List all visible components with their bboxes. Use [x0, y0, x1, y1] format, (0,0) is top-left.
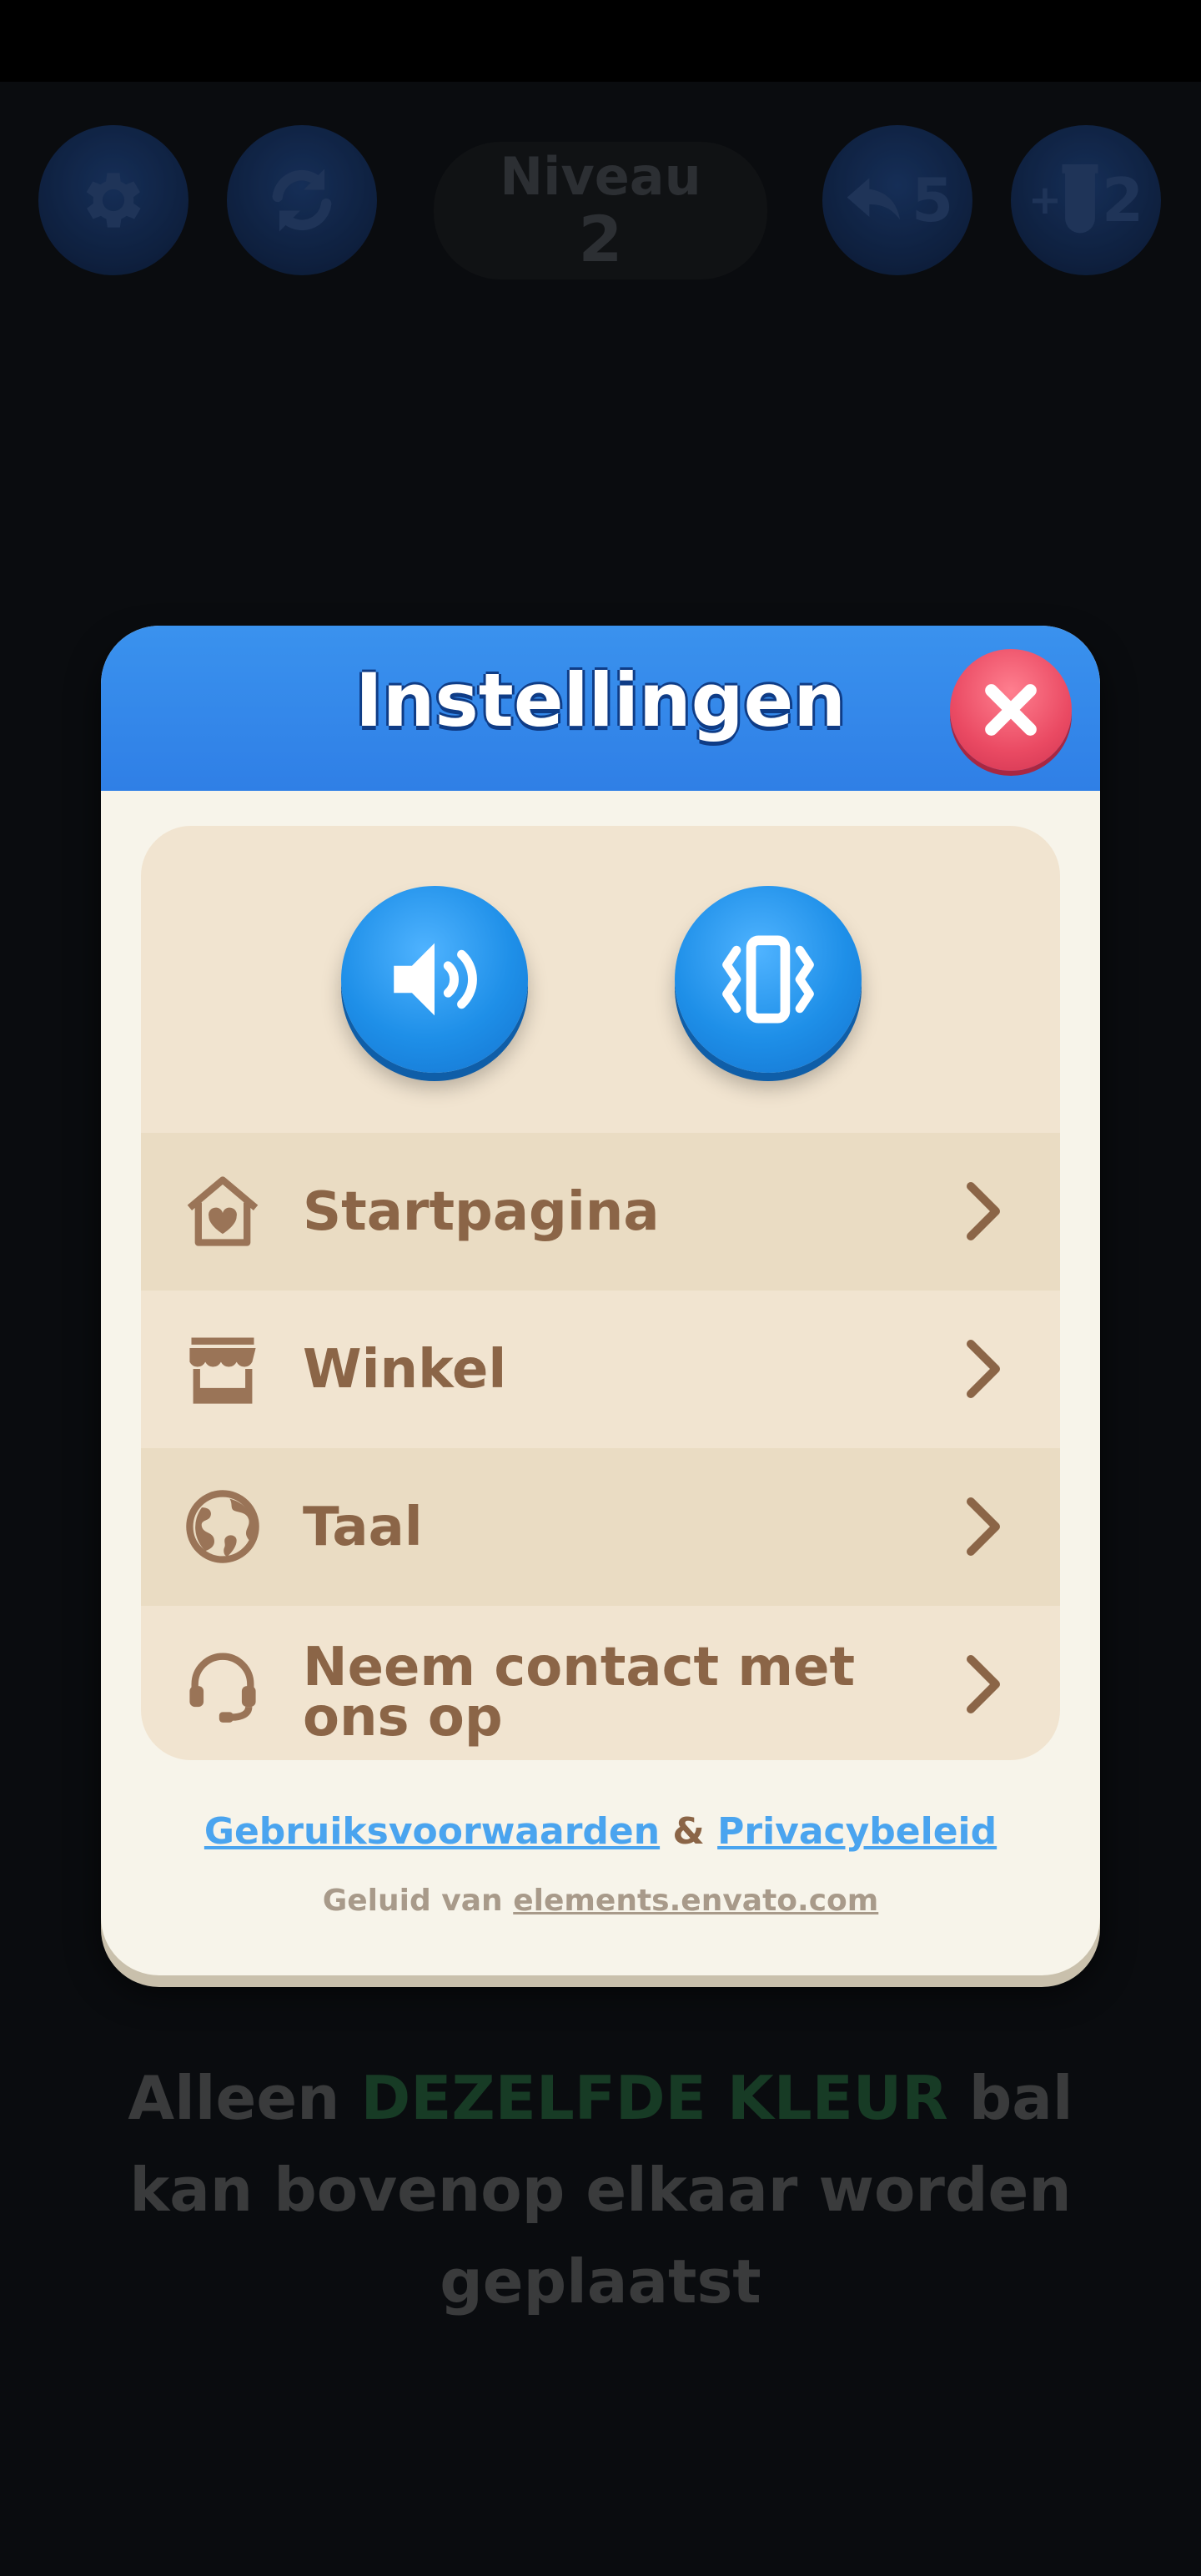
hint-highlight: DEZELFDE KLEUR	[360, 2063, 948, 2133]
vibration-icon	[722, 935, 814, 1024]
shop-icon	[189, 1337, 256, 1404]
chevron-right-icon	[967, 1655, 1000, 1713]
hint-line2: kan bovenop elkaar worden	[129, 2155, 1072, 2225]
terms-link[interactable]: Gebruiksvoorwaarden	[204, 1810, 660, 1853]
chevron-right-icon	[967, 1497, 1000, 1556]
hint-line3: geplaatst	[440, 2246, 761, 2317]
globe-icon	[186, 1490, 259, 1563]
menu-item-label: Winkel	[303, 1338, 507, 1401]
sound-credit: Geluid van elements.envato.com	[101, 1884, 1100, 1918]
close-icon	[985, 684, 1037, 736]
menu-item-contact[interactable]: Neem contact met ons op	[141, 1606, 1060, 1760]
privacy-link[interactable]: Privacybeleid	[717, 1810, 997, 1853]
ampersand: &	[672, 1810, 705, 1853]
menu-item-home[interactable]: Startpagina	[141, 1133, 1060, 1291]
hint-part1: Alleen	[128, 2063, 340, 2133]
settings-panel: Startpagina Winkel Taal Neem contact met…	[141, 826, 1060, 1760]
hint-line1: Alleen DEZELFDE KLEUR bal	[83, 2052, 1118, 2144]
chevron-right-icon	[967, 1340, 1000, 1398]
home-icon	[187, 1176, 259, 1246]
settings-dialog: Instellingen Startpagina Winkel Taal Nee…	[101, 626, 1100, 1975]
sound-toggle-button[interactable]	[341, 886, 528, 1073]
menu-item-label-line2: ons op	[303, 1687, 503, 1748]
vibration-toggle-button[interactable]	[675, 886, 862, 1073]
menu-item-label: Startpagina	[303, 1180, 660, 1243]
hint-part2: bal	[968, 2063, 1073, 2133]
hint-text: Alleen DEZELFDE KLEUR bal kan bovenop el…	[83, 2052, 1118, 2327]
legal-links: Gebruiksvoorwaarden & Privacybeleid	[101, 1810, 1100, 1853]
close-button[interactable]	[950, 649, 1072, 771]
menu-item-language[interactable]: Taal	[141, 1448, 1060, 1606]
menu-item-shop[interactable]: Winkel	[141, 1291, 1060, 1448]
headset-icon	[189, 1653, 256, 1723]
menu-item-label: Taal	[303, 1496, 423, 1558]
chevron-right-icon	[967, 1182, 1000, 1240]
credit-link[interactable]: elements.envato.com	[513, 1884, 878, 1918]
speaker-icon	[394, 943, 477, 1016]
credit-prefix: Geluid van	[322, 1884, 503, 1918]
